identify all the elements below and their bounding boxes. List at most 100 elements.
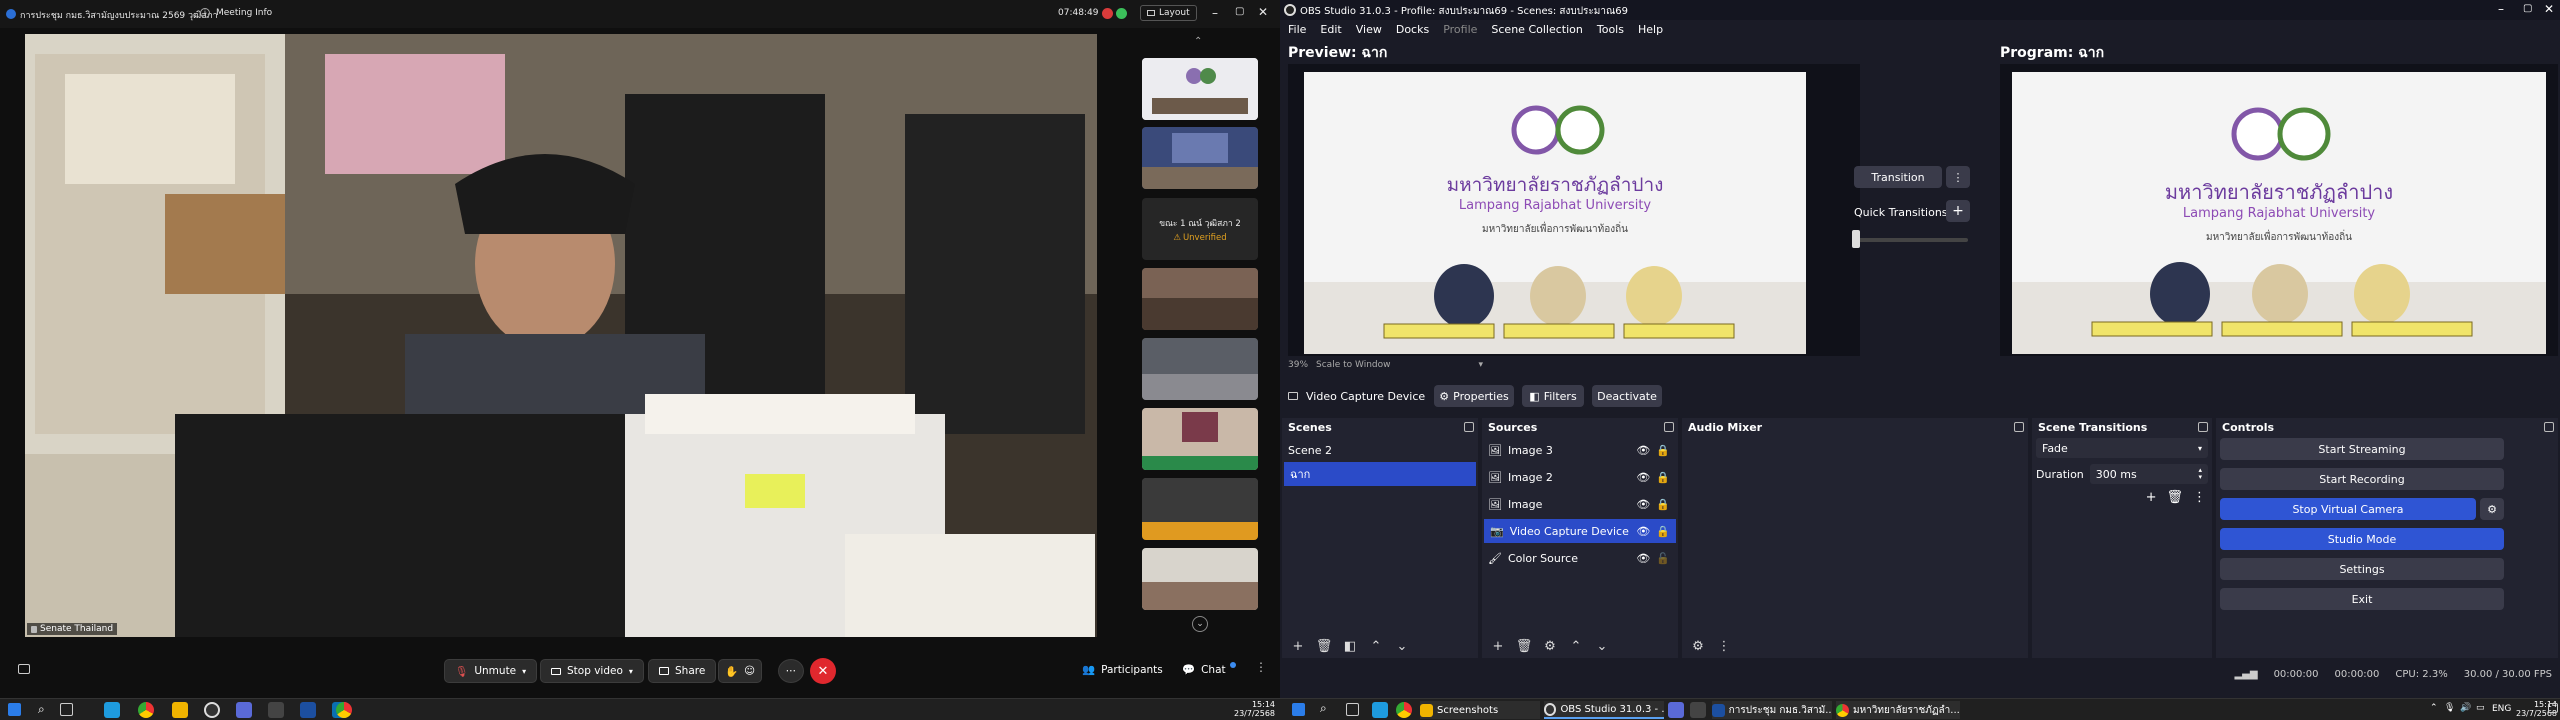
source-item[interactable]: 🖼 Image 👁 🔒: [1482, 492, 1678, 516]
audio-settings-icon[interactable]: ⚙: [1688, 636, 1708, 656]
dock-undock-icon[interactable]: [2198, 422, 2208, 432]
scale-mode[interactable]: Scale to Window: [1316, 360, 1390, 370]
transition-menu-button[interactable]: ⋮: [1946, 166, 1970, 188]
transition-slider-handle[interactable]: [1852, 230, 1860, 248]
add-source-icon[interactable]: +: [1488, 636, 1508, 656]
maximize-icon[interactable]: ▢: [2523, 3, 2532, 14]
scene-item[interactable]: Scene 2: [1282, 438, 1478, 462]
thumbnail-6[interactable]: [1142, 478, 1258, 540]
edge-icon[interactable]: [1372, 702, 1388, 718]
virtual-camera-settings-button[interactable]: ⚙: [2480, 498, 2504, 520]
unmute-button[interactable]: 🎙 Unmute ▾: [444, 659, 538, 683]
participants-button[interactable]: 👥 Participants: [1082, 663, 1163, 677]
obs-icon[interactable]: [204, 702, 220, 718]
close-icon[interactable]: ✕: [2544, 2, 2554, 16]
leave-meeting-button[interactable]: ✕: [810, 658, 836, 684]
remove-scene-icon[interactable]: 🗑: [1314, 636, 1334, 656]
transition-type-select[interactable]: Fade ▾: [2036, 438, 2208, 458]
eye-icon[interactable]: 👁: [1636, 498, 1650, 511]
source-item-selected[interactable]: 📷 Video Capture Device 👁 🔒: [1484, 519, 1676, 543]
captions-icon[interactable]: [18, 664, 30, 674]
menu-docks[interactable]: Docks: [1396, 23, 1429, 36]
meeting-app-icon[interactable]: [300, 702, 316, 718]
chrome-icon[interactable]: [138, 702, 154, 718]
volume-icon[interactable]: 🔊: [2460, 703, 2471, 713]
lock-icon[interactable]: 🔒: [1656, 525, 1670, 538]
exit-button[interactable]: Exit: [2220, 588, 2504, 610]
battery-icon[interactable]: ▭: [2476, 703, 2485, 713]
taskbar-item-obs[interactable]: OBS Studio 31.0.3 - ...: [1544, 701, 1664, 719]
transition-button[interactable]: Transition: [1854, 166, 1942, 188]
transition-slider[interactable]: [1854, 238, 1968, 242]
source-item[interactable]: 🖼 Image 2 👁 🔒: [1482, 465, 1678, 489]
scene-item-selected[interactable]: ฉาก: [1284, 462, 1476, 486]
thumbnail-2[interactable]: [1142, 127, 1258, 189]
start-streaming-button[interactable]: Start Streaming: [2220, 438, 2504, 460]
move-down-icon[interactable]: ⌄: [1592, 636, 1612, 656]
notification-icon[interactable]: [2548, 703, 2558, 713]
close-icon[interactable]: ✕: [1258, 5, 1268, 19]
mic-icon[interactable]: 🎙: [2444, 703, 2455, 713]
properties-button[interactable]: ⚙ Properties: [1434, 385, 1514, 407]
menu-edit[interactable]: Edit: [1320, 23, 1341, 36]
meeting-info-link[interactable]: Meeting Info: [216, 8, 272, 18]
remove-source-icon[interactable]: 🗑: [1514, 636, 1534, 656]
add-quick-transition-button[interactable]: +: [1946, 200, 1970, 222]
more-options-button[interactable]: ⋯: [778, 659, 804, 683]
chrome-icon[interactable]: [1396, 702, 1412, 718]
move-down-icon[interactable]: ⌄: [1392, 636, 1412, 656]
dock-undock-icon[interactable]: [1464, 422, 1474, 432]
app-icon[interactable]: [1668, 702, 1684, 718]
thumbnail-3[interactable]: [1142, 268, 1258, 330]
menu-file[interactable]: File: [1288, 23, 1306, 36]
lock-icon[interactable]: 🔒: [1656, 471, 1670, 484]
chrome-icon[interactable]: [336, 702, 352, 718]
more-vertical-icon[interactable]: ⋮: [1714, 636, 1734, 656]
app-icon[interactable]: [236, 702, 252, 718]
chevron-down-icon[interactable]: ▾: [1478, 360, 1483, 370]
spinner-icon[interactable]: ▴ ▾: [2198, 467, 2202, 481]
share-button[interactable]: Share: [648, 659, 717, 683]
menu-profile[interactable]: Profile: [1443, 23, 1477, 36]
eye-icon[interactable]: 👁: [1636, 552, 1650, 565]
dock-undock-icon[interactable]: [2544, 422, 2554, 432]
source-item[interactable]: 🖼 Image 3 👁 🔒: [1482, 438, 1678, 462]
deactivate-button[interactable]: Deactivate: [1592, 385, 1662, 407]
dock-undock-icon[interactable]: [2014, 422, 2024, 432]
thumbnail-1[interactable]: [1142, 58, 1258, 120]
app-icon[interactable]: [268, 702, 284, 718]
trash-icon[interactable]: 🗑: [2166, 490, 2183, 505]
minimize-icon[interactable]: –: [1212, 6, 1218, 20]
source-properties-icon[interactable]: ⚙: [1540, 636, 1560, 656]
layout-button[interactable]: Layout: [1140, 5, 1197, 21]
tray-chevron-icon[interactable]: ⌃: [2430, 703, 2438, 713]
language-indicator[interactable]: ENG: [2492, 704, 2511, 714]
menu-scene-collection[interactable]: Scene Collection: [1491, 23, 1582, 36]
settings-button[interactable]: Settings: [2220, 558, 2504, 580]
task-view-icon[interactable]: [60, 703, 73, 716]
taskbar-item-screenshots[interactable]: Screenshots: [1420, 701, 1540, 719]
start-recording-button[interactable]: Start Recording: [2220, 468, 2504, 490]
more-menu-icon[interactable]: ⋮: [1255, 660, 1267, 674]
plus-icon[interactable]: +: [2146, 490, 2157, 505]
dock-undock-icon[interactable]: [1664, 422, 1674, 432]
menu-tools[interactable]: Tools: [1597, 23, 1624, 36]
lock-icon[interactable]: 🔒: [1656, 498, 1670, 511]
scroll-up-icon[interactable]: ⌃: [1194, 36, 1202, 47]
taskbar-item-meeting[interactable]: การประชุม กมธ.วิสามั...: [1712, 701, 1832, 719]
file-explorer-icon[interactable]: [172, 702, 188, 718]
eye-icon[interactable]: 👁: [1636, 525, 1650, 538]
move-up-icon[interactable]: ⌃: [1366, 636, 1386, 656]
studio-mode-button[interactable]: Studio Mode: [2220, 528, 2504, 550]
info-icon[interactable]: i: [200, 8, 210, 18]
menu-help[interactable]: Help: [1638, 23, 1663, 36]
more-vertical-icon[interactable]: ⋮: [2193, 490, 2206, 505]
thumbnail-7[interactable]: [1142, 548, 1258, 610]
search-icon[interactable]: ⌕: [38, 702, 45, 717]
task-view-icon[interactable]: [1346, 703, 1359, 716]
edge-icon[interactable]: [104, 702, 120, 718]
taskbar-item-browser[interactable]: มหาวิทยาลัยราชภัฏลำ...: [1836, 701, 1960, 719]
lock-icon[interactable]: 🔒: [1656, 444, 1670, 457]
duration-input[interactable]: 300 ms ▴ ▾: [2089, 464, 2208, 484]
windows-start-icon[interactable]: [8, 703, 21, 716]
